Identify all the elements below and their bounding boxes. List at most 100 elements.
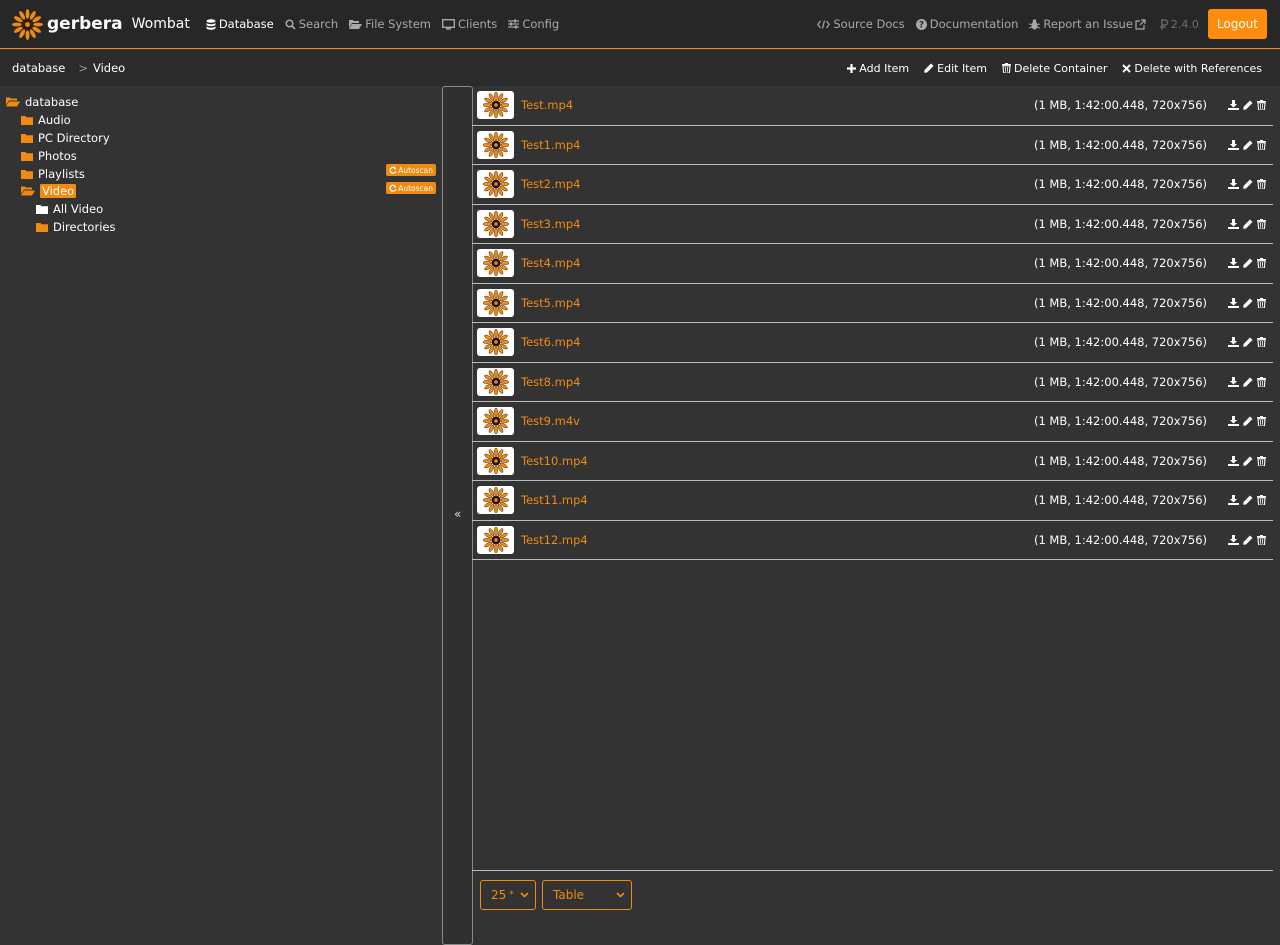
trash-icon[interactable] bbox=[1257, 495, 1266, 506]
item-title-link[interactable]: Test1.mp4 bbox=[521, 138, 580, 152]
item-thumbnail[interactable] bbox=[477, 446, 514, 475]
download-icon[interactable] bbox=[1228, 495, 1239, 506]
item-title-link[interactable]: Test4.mp4 bbox=[521, 256, 580, 270]
download-icon[interactable] bbox=[1228, 258, 1239, 269]
edit-item-button[interactable]: Edit Item bbox=[924, 62, 987, 75]
brand[interactable]: gerbera Wombat bbox=[12, 8, 190, 40]
trash-icon[interactable] bbox=[1257, 179, 1266, 190]
item-row[interactable]: Test4.mp4 (1 MB, 1:42:00.448, 720x756) bbox=[472, 244, 1273, 284]
trash-icon[interactable] bbox=[1257, 455, 1266, 466]
trash-icon[interactable] bbox=[1257, 100, 1266, 111]
trash-icon[interactable] bbox=[1257, 416, 1266, 427]
logout-button[interactable]: Logout bbox=[1207, 9, 1267, 39]
item-title-link[interactable]: Test11.mp4 bbox=[521, 493, 588, 507]
edit-icon[interactable] bbox=[1243, 377, 1253, 387]
tree-item-directories[interactable]: Directories bbox=[36, 219, 115, 235]
delete-container-button[interactable]: Delete Container bbox=[1001, 62, 1107, 75]
breadcrumb-current[interactable]: Video bbox=[93, 61, 125, 75]
edit-icon[interactable] bbox=[1243, 298, 1253, 308]
tree-item-audio[interactable]: Audio bbox=[21, 112, 71, 128]
download-icon[interactable] bbox=[1228, 100, 1239, 111]
edit-icon[interactable] bbox=[1243, 535, 1253, 545]
autoscan-badge[interactable]: Autoscan bbox=[386, 164, 436, 176]
item-thumbnail[interactable] bbox=[477, 367, 514, 396]
item-title-link[interactable]: Test10.mp4 bbox=[521, 454, 588, 468]
item-thumbnail[interactable] bbox=[477, 288, 514, 317]
download-icon[interactable] bbox=[1228, 139, 1239, 150]
documentation-link[interactable]: ? Documentation bbox=[915, 17, 1018, 31]
item-thumbnail[interactable] bbox=[477, 486, 514, 515]
edit-icon[interactable] bbox=[1243, 456, 1253, 466]
item-title-link[interactable]: Test8.mp4 bbox=[521, 375, 580, 389]
download-icon[interactable] bbox=[1228, 218, 1239, 229]
item-row[interactable]: Test8.mp4 (1 MB, 1:42:00.448, 720x756) bbox=[472, 363, 1273, 402]
item-title-link[interactable]: Test3.mp4 bbox=[521, 217, 580, 231]
tree-item-pc-directory[interactable]: PC Directory bbox=[21, 130, 110, 146]
nav-clients[interactable]: Clients bbox=[442, 17, 497, 31]
report-issue-link[interactable]: Report an Issue bbox=[1029, 17, 1149, 31]
download-icon[interactable] bbox=[1228, 297, 1239, 308]
nav-database[interactable]: Database bbox=[206, 17, 274, 31]
edit-icon[interactable] bbox=[1243, 258, 1253, 268]
item-row[interactable]: Test2.mp4 (1 MB, 1:42:00.448, 720x756) bbox=[472, 165, 1273, 205]
item-thumbnail[interactable] bbox=[477, 130, 514, 159]
edit-icon[interactable] bbox=[1243, 179, 1253, 189]
trash-icon[interactable] bbox=[1257, 376, 1266, 387]
item-thumbnail[interactable] bbox=[477, 525, 514, 554]
trash-icon[interactable] bbox=[1257, 218, 1266, 229]
breadcrumb-root[interactable]: database bbox=[12, 61, 65, 75]
nav-search[interactable]: Search bbox=[285, 17, 338, 31]
tree-item-all-video[interactable]: All Video bbox=[36, 201, 103, 217]
page-size-select[interactable]: 25 * bbox=[480, 880, 536, 910]
item-title-link[interactable]: Test12.mp4 bbox=[521, 533, 588, 547]
download-icon[interactable] bbox=[1228, 534, 1239, 545]
item-title-link[interactable]: Test.mp4 bbox=[521, 98, 573, 112]
nav-config[interactable]: Config bbox=[508, 17, 559, 31]
edit-icon[interactable] bbox=[1243, 140, 1253, 150]
download-icon[interactable] bbox=[1228, 179, 1239, 190]
collapse-icon[interactable]: « bbox=[454, 507, 461, 521]
item-row[interactable]: Test12.mp4 (1 MB, 1:42:00.448, 720x756) bbox=[472, 521, 1273, 560]
tree-collapse-splitter[interactable]: « bbox=[442, 86, 473, 945]
nav-file-system[interactable]: File System bbox=[349, 17, 431, 31]
item-row[interactable]: Test10.mp4 (1 MB, 1:42:00.448, 720x756) bbox=[472, 442, 1273, 481]
item-thumbnail[interactable] bbox=[477, 170, 514, 199]
trash-icon[interactable] bbox=[1257, 534, 1266, 545]
item-title-link[interactable]: Test2.mp4 bbox=[521, 177, 580, 191]
item-title-link[interactable]: Test6.mp4 bbox=[521, 335, 580, 349]
edit-icon[interactable] bbox=[1243, 337, 1253, 347]
trash-icon[interactable] bbox=[1257, 337, 1266, 348]
tree-item-playlists[interactable]: Playlists bbox=[21, 166, 85, 182]
item-row[interactable]: Test9.m4v (1 MB, 1:42:00.448, 720x756) bbox=[472, 402, 1273, 442]
item-row[interactable]: Test1.mp4 (1 MB, 1:42:00.448, 720x756) bbox=[472, 126, 1273, 165]
autoscan-badge[interactable]: Autoscan bbox=[386, 182, 436, 194]
tree-item-photos[interactable]: Photos bbox=[21, 148, 77, 164]
item-row[interactable]: Test5.mp4 (1 MB, 1:42:00.448, 720x756) bbox=[472, 284, 1273, 323]
view-mode-select[interactable]: Table bbox=[542, 880, 632, 910]
item-row[interactable]: Test6.mp4 (1 MB, 1:42:00.448, 720x756) bbox=[472, 323, 1273, 363]
item-title-link[interactable]: Test9.m4v bbox=[521, 414, 580, 428]
item-thumbnail[interactable] bbox=[477, 209, 514, 238]
item-title-link[interactable]: Test5.mp4 bbox=[521, 296, 580, 310]
download-icon[interactable] bbox=[1228, 416, 1239, 427]
tree-item-database[interactable]: database bbox=[6, 94, 78, 110]
edit-icon[interactable] bbox=[1243, 495, 1253, 505]
item-row[interactable]: Test3.mp4 (1 MB, 1:42:00.448, 720x756) bbox=[472, 205, 1273, 244]
edit-icon[interactable] bbox=[1243, 100, 1253, 110]
trash-icon[interactable] bbox=[1257, 297, 1266, 308]
download-icon[interactable] bbox=[1228, 455, 1239, 466]
download-icon[interactable] bbox=[1228, 376, 1239, 387]
trash-icon[interactable] bbox=[1257, 139, 1266, 150]
item-thumbnail[interactable] bbox=[477, 91, 514, 120]
tree-item-video[interactable]: Video bbox=[21, 183, 77, 199]
item-row[interactable]: Test11.mp4 (1 MB, 1:42:00.448, 720x756) bbox=[472, 481, 1273, 521]
item-thumbnail[interactable] bbox=[477, 407, 514, 436]
download-icon[interactable] bbox=[1228, 337, 1239, 348]
edit-icon[interactable] bbox=[1243, 219, 1253, 229]
trash-icon[interactable] bbox=[1257, 258, 1266, 269]
edit-icon[interactable] bbox=[1243, 416, 1253, 426]
delete-with-references-button[interactable]: Delete with References bbox=[1122, 62, 1262, 75]
item-thumbnail[interactable] bbox=[477, 328, 514, 357]
add-item-button[interactable]: Add Item bbox=[847, 62, 909, 75]
source-docs-link[interactable]: Source Docs bbox=[817, 17, 905, 31]
